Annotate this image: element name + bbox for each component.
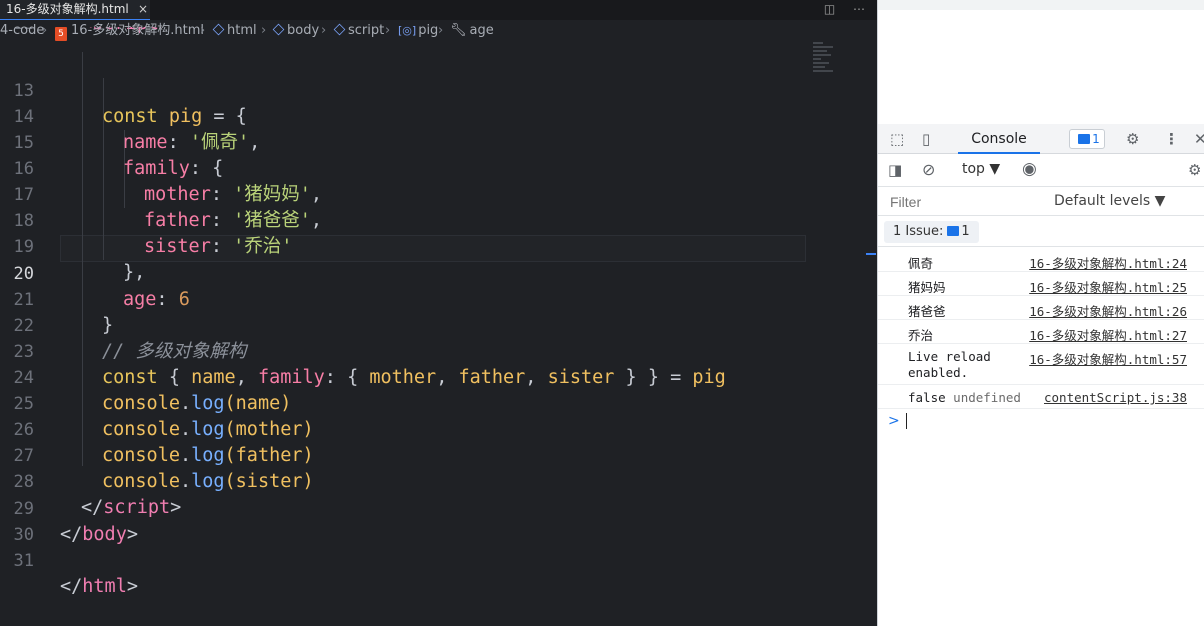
code-line-19: 19 }, bbox=[13, 237, 146, 283]
code-line-25: 25 console.log(mother) bbox=[13, 394, 314, 440]
breadcrumb-age[interactable]: 🔧︎ age bbox=[450, 20, 494, 42]
code-line-27: 27 console.log(sister) bbox=[13, 446, 314, 492]
breadcrumb-script[interactable]: script bbox=[333, 20, 384, 42]
breadcrumb-body[interactable]: body bbox=[272, 20, 319, 42]
gear-icon[interactable]: ⚙ bbox=[1188, 161, 1201, 179]
breadcrumb-html[interactable]: html bbox=[212, 20, 257, 42]
close-icon[interactable]: ✕ bbox=[1194, 130, 1204, 148]
inspect-icon[interactable]: ⬚ bbox=[890, 130, 904, 148]
gear-icon[interactable]: ⚙ bbox=[1126, 130, 1139, 148]
issues-button[interactable]: 1 Issue: 1 bbox=[884, 221, 979, 243]
message-icon bbox=[1078, 134, 1091, 144]
chevron-right-icon: › bbox=[42, 23, 48, 38]
console-toolbar: ◨ ⊘ top ▼ ◉ ⚙ bbox=[878, 155, 1204, 187]
code-editor[interactable]: 12 <script> 13 const pig = { 14 name: '佩… bbox=[0, 0, 877, 626]
device-icon[interactable]: ▯ bbox=[922, 130, 930, 148]
breadcrumb-folder[interactable]: 4-code bbox=[0, 20, 44, 42]
cube-icon bbox=[272, 23, 285, 36]
close-icon[interactable]: × bbox=[138, 0, 148, 18]
console-message: Live reload enabled. 16-多级对象解构.html:57 bbox=[878, 344, 1204, 385]
code-line-28: 28 </script> bbox=[13, 472, 182, 518]
overview-ruler-marker bbox=[866, 253, 876, 255]
breadcrumb: 4-code › 5 16-多级对象解构.html › html › body ›… bbox=[0, 20, 877, 42]
code-area[interactable]: 12 <script> 13 const pig = { 14 name: '佩… bbox=[0, 0, 877, 626]
console-message: 猪爸爸 16-多级对象解构.html:26 bbox=[878, 296, 1204, 320]
filter-row: Default levels ▼ bbox=[878, 188, 1204, 216]
block-icon[interactable]: ⊘ bbox=[922, 160, 935, 179]
chevron-right-icon: › bbox=[438, 23, 444, 38]
editor-tab-bar: 16-多级对象解构.html × ◫ ⋯ bbox=[0, 0, 877, 20]
context-selector[interactable]: top ▼ bbox=[962, 161, 1000, 177]
code-line-20: 20 age: 6 bbox=[13, 264, 190, 310]
browser-toolbar bbox=[878, 0, 1204, 10]
cube-icon bbox=[212, 23, 225, 36]
wrench-icon: 🔧︎ bbox=[450, 23, 467, 38]
eye-icon[interactable]: ◉ bbox=[1022, 159, 1037, 179]
console-message: 猪妈妈 16-多级对象解构.html:25 bbox=[878, 272, 1204, 296]
code-line-18: 18 sister: '乔治' bbox=[13, 211, 293, 257]
devtools-tabbar: ⬚ ▯ Console 1 ⚙ ⋮ ✕ bbox=[878, 124, 1204, 154]
console-message: false undefined contentScript.js:38 bbox=[878, 385, 1204, 409]
editor-actions: ◫ ⋯ bbox=[810, 0, 865, 18]
html5-icon: 5 bbox=[55, 27, 67, 41]
filter-input[interactable] bbox=[884, 191, 1044, 213]
more-icon[interactable]: ⋯ bbox=[853, 2, 865, 16]
console-message: 乔治 16-多级对象解构.html:27 bbox=[878, 320, 1204, 344]
log-levels-dropdown[interactable]: Default levels ▼ bbox=[1054, 193, 1165, 209]
sidebar-icon[interactable]: ◨ bbox=[888, 161, 902, 179]
cube-icon bbox=[333, 23, 346, 36]
split-editor-icon[interactable]: ◫ bbox=[824, 2, 835, 16]
code-line-16: 16 mother: '猪妈妈', bbox=[13, 159, 323, 205]
breadcrumb-pig[interactable]: [◎] pig bbox=[398, 20, 438, 42]
source-link[interactable]: contentScript.js:38 bbox=[1044, 390, 1187, 405]
code-line-31: 31 </html> bbox=[13, 551, 138, 597]
console-input[interactable] bbox=[906, 413, 907, 429]
code-line-13: 13 const pig = { bbox=[13, 81, 247, 127]
code-line-22: 22 // 多级对象解构 bbox=[13, 316, 247, 362]
source-link[interactable]: 16-多级对象解构.html:25 bbox=[1029, 277, 1187, 296]
devtools-panel: ⬚ ▯ Console 1 ⚙ ⋮ ✕ ◨ ⊘ top ▼ ◉ ⚙ Defaul… bbox=[877, 0, 1204, 626]
code-line-29: 29 </body> bbox=[13, 499, 138, 545]
chevron-right-icon: › bbox=[321, 23, 327, 38]
tab-console[interactable]: Console bbox=[958, 124, 1040, 154]
source-link[interactable]: 16-多级对象解构.html:24 bbox=[1029, 253, 1187, 272]
code-line-15: 15 family: { bbox=[13, 133, 224, 179]
chevron-right-icon: › bbox=[385, 23, 391, 38]
code-line-24: 24 console.log(name) bbox=[13, 368, 292, 414]
code-line-17: 17 father: '猪爸爸', bbox=[13, 185, 323, 231]
tab-title: 16-多级对象解构.html bbox=[6, 2, 129, 16]
code-line-23: 23 const { name, family: { mother, fathe… bbox=[13, 342, 726, 388]
source-link[interactable]: 16-多级对象解构.html:26 bbox=[1029, 301, 1187, 320]
message-icon bbox=[947, 226, 960, 236]
code-line-14: 14 name: '佩奇', bbox=[13, 107, 261, 153]
more-icon[interactable]: ⋮ bbox=[1164, 130, 1179, 148]
chevron-right-icon: › bbox=[200, 23, 206, 38]
source-link[interactable]: 16-多级对象解构.html:57 bbox=[1029, 349, 1187, 368]
console-prompt-icon: > bbox=[888, 413, 900, 429]
bracket-icon: [◎] bbox=[398, 24, 417, 37]
source-link[interactable]: 16-多级对象解构.html:27 bbox=[1029, 325, 1187, 344]
issues-row: 1 Issue: 1 bbox=[878, 217, 1204, 247]
chevron-right-icon: › bbox=[261, 23, 267, 38]
breadcrumb-file[interactable]: 5 16-多级对象解构.html bbox=[55, 20, 204, 42]
editor-tab-active[interactable]: 16-多级对象解构.html × bbox=[0, 0, 150, 20]
code-line-30: 30 bbox=[13, 525, 34, 545]
minimap[interactable] bbox=[813, 42, 835, 82]
console-message: 佩奇 16-多级对象解构.html:24 bbox=[878, 248, 1204, 272]
code-line-26: 26 console.log(father) bbox=[13, 420, 314, 466]
console-messages: 佩奇 16-多级对象解构.html:24 猪妈妈 16-多级对象解构.html:… bbox=[878, 248, 1204, 409]
issues-badge[interactable]: 1 bbox=[1069, 129, 1105, 149]
code-line-21: 21 } bbox=[13, 290, 114, 336]
